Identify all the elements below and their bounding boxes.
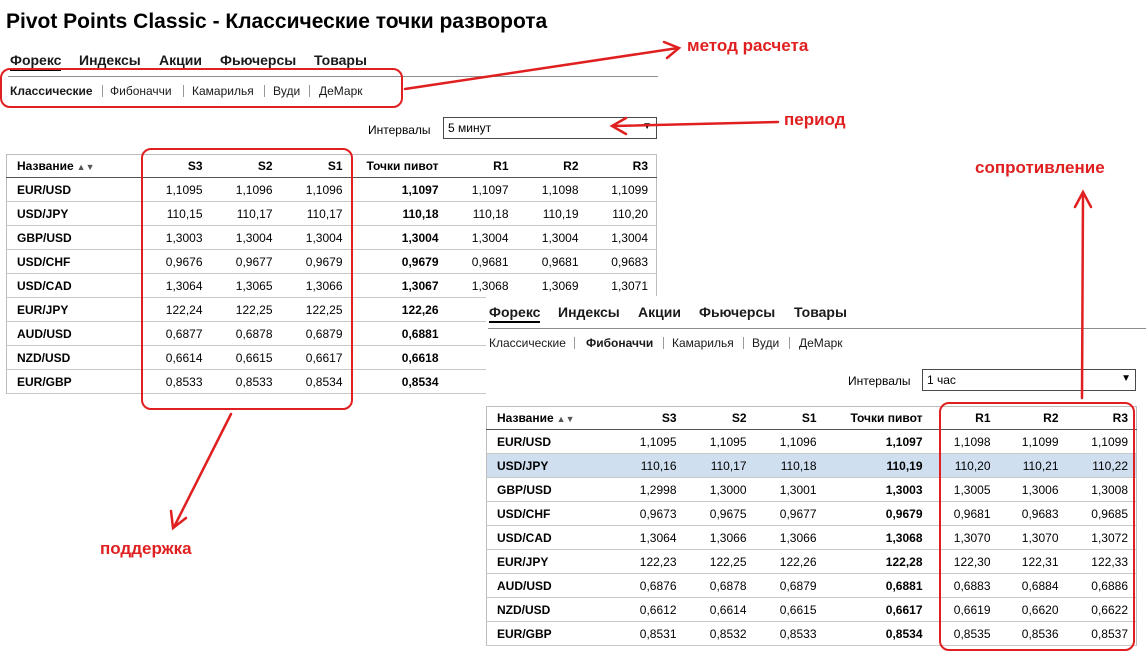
arrow-resistance xyxy=(1080,191,1085,400)
arrow-support xyxy=(172,412,233,529)
arrow-period xyxy=(611,120,780,128)
annotation-arrows xyxy=(169,40,1093,531)
arrow-method xyxy=(403,46,680,91)
